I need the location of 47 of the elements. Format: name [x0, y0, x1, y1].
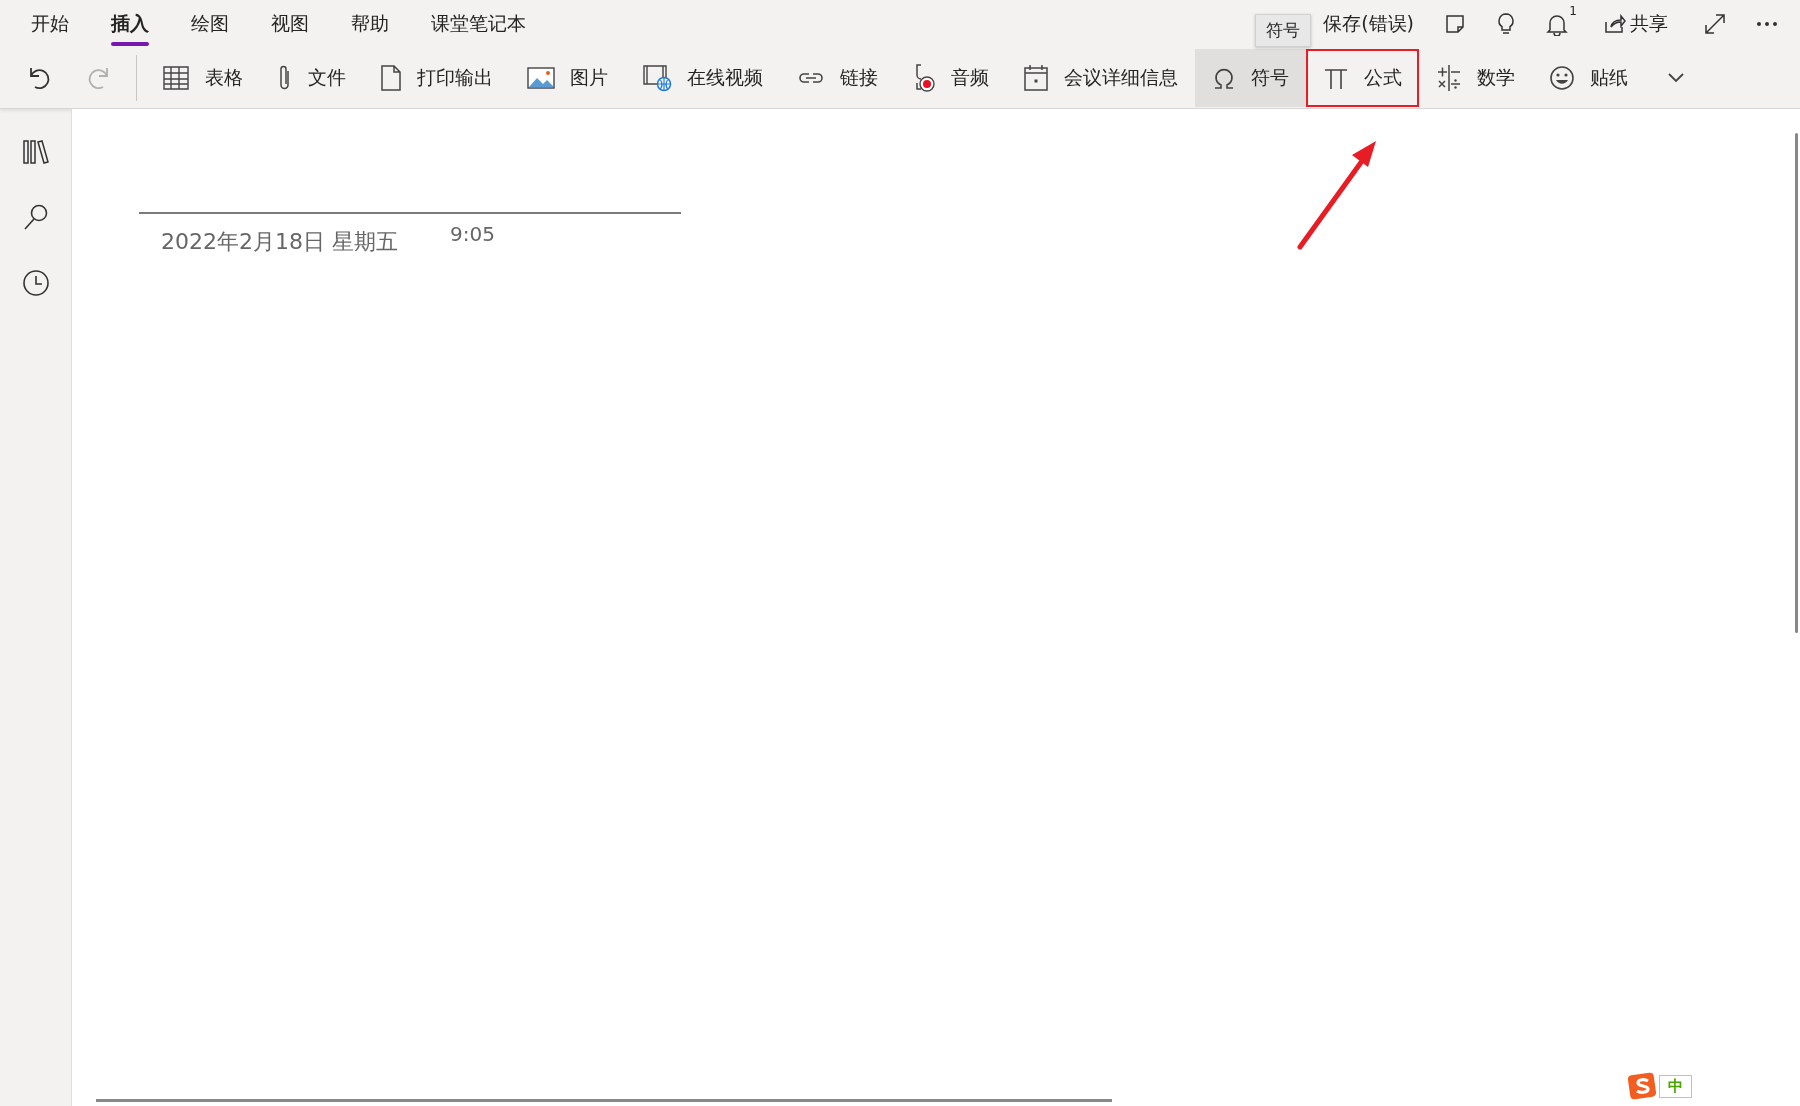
menu-tab[interactable]: 帮助 — [330, 0, 410, 48]
table-icon — [162, 65, 190, 91]
math-operators-icon — [1436, 64, 1462, 92]
pi-icon — [1323, 66, 1349, 90]
toolbar-button[interactable]: 会议详细信息 — [1006, 49, 1195, 107]
image-icon — [527, 67, 555, 89]
toolbar-button[interactable]: 在线视频 — [625, 49, 780, 107]
toolbar-button[interactable]: 链接 — [780, 49, 895, 107]
toolbar-button[interactable]: 打印输出 — [363, 49, 510, 107]
menu-tab[interactable]: 视图 — [250, 0, 330, 48]
expand-icon[interactable] — [1704, 13, 1726, 35]
tooltip: 符号 — [1255, 14, 1311, 47]
toolbar-button[interactable]: 音频 — [895, 49, 1006, 107]
omega-icon — [1212, 66, 1236, 90]
link-icon — [797, 70, 825, 86]
notebooks-icon[interactable] — [21, 139, 50, 165]
search-icon[interactable] — [22, 203, 49, 231]
toolbar-button[interactable]: 公式 — [1306, 49, 1419, 107]
save-status: 保存(错误) — [1323, 11, 1414, 36]
toolbar-button[interactable]: 数学 — [1419, 49, 1532, 107]
toolbar-button[interactable]: 贴纸 — [1532, 49, 1645, 107]
calendar-icon — [1023, 64, 1049, 92]
bell-icon[interactable] — [1546, 12, 1568, 36]
share-icon — [1604, 14, 1626, 34]
document-icon — [380, 64, 402, 92]
toolbar-button[interactable]: 文件 — [260, 49, 363, 107]
video-globe-icon — [642, 64, 672, 92]
toolbar-button[interactable]: 表格 — [145, 49, 260, 107]
menu-tab[interactable]: 开始 — [10, 0, 90, 48]
more-icon[interactable] — [1756, 21, 1778, 27]
clock-icon[interactable] — [21, 269, 50, 297]
notification-count: 1 — [1569, 4, 1577, 18]
smiley-icon — [1549, 65, 1575, 91]
sticky-note-icon[interactable] — [1444, 13, 1466, 35]
menu-tab[interactable]: 绘图 — [170, 0, 250, 48]
page-date: 2022年2月18日 星期五 — [161, 228, 398, 256]
scrollbar[interactable] — [1795, 133, 1798, 633]
menu-tab[interactable]: 插入 — [90, 0, 170, 48]
menu-tab[interactable]: 课堂笔记本 — [410, 0, 547, 48]
ime-mode: 中 — [1659, 1074, 1692, 1098]
toolbar-button[interactable]: 图片 — [510, 49, 625, 107]
page-time: 9:05 — [450, 222, 495, 246]
lightbulb-icon[interactable] — [1496, 12, 1516, 36]
share-button[interactable]: 共享 — [1598, 10, 1674, 38]
toolbar-button[interactable]: 符号 — [1195, 49, 1306, 107]
input-method-logo-icon — [1627, 1072, 1657, 1100]
chevron-down-icon[interactable] — [1667, 72, 1685, 84]
